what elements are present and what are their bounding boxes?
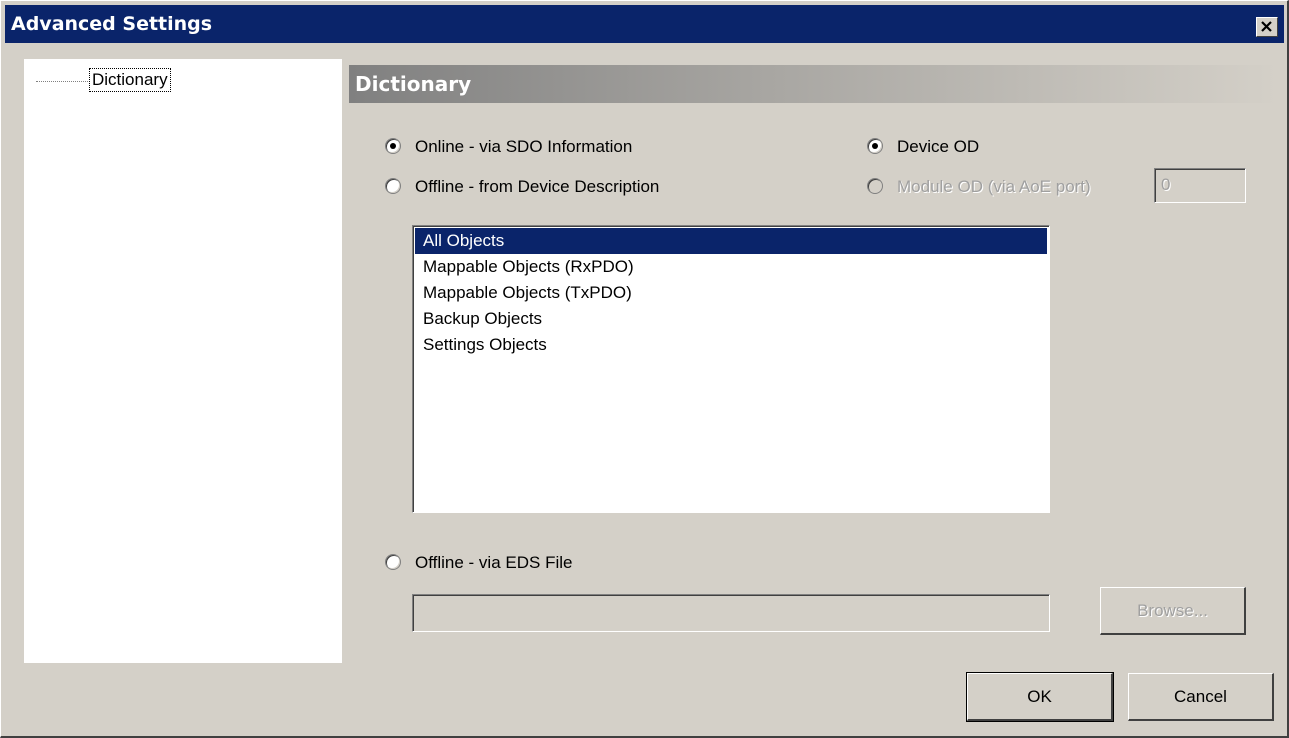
module-od-radio[interactable] bbox=[867, 178, 883, 194]
device-od-radio[interactable] bbox=[867, 138, 883, 154]
eds-file-path-input[interactable] bbox=[412, 594, 1050, 632]
device-od-label: Device OD bbox=[897, 137, 980, 156]
ok-button-label: OK bbox=[1027, 687, 1052, 706]
tree-connector-line bbox=[36, 81, 88, 82]
list-item-settings-objects[interactable]: Settings Objects bbox=[415, 332, 1047, 358]
browse-button[interactable]: Browse... bbox=[1100, 587, 1246, 635]
offline-device-desc-label: Offline - from Device Description bbox=[415, 177, 660, 196]
list-item-backup-objects[interactable]: Backup Objects bbox=[415, 306, 1047, 332]
offline-eds-radio[interactable] bbox=[385, 554, 401, 570]
title-bar: Advanced Settings bbox=[5, 5, 1284, 43]
tree-item-dictionary[interactable]: Dictionary bbox=[89, 68, 171, 92]
object-list[interactable]: All Objects Mappable Objects (RxPDO) Map… bbox=[412, 225, 1050, 513]
module-port-input[interactable]: 0 bbox=[1154, 168, 1246, 203]
cancel-button[interactable]: Cancel bbox=[1128, 673, 1274, 721]
browse-button-label: Browse... bbox=[1137, 601, 1208, 620]
list-item-all-objects[interactable]: All Objects bbox=[415, 228, 1047, 254]
list-item-mappable-txpdo[interactable]: Mappable Objects (TxPDO) bbox=[415, 280, 1047, 306]
list-item-mappable-rxpdo[interactable]: Mappable Objects (RxPDO) bbox=[415, 254, 1047, 280]
close-x-icon bbox=[1261, 21, 1272, 32]
settings-tree: Dictionary bbox=[24, 59, 342, 663]
offline-device-desc-radio[interactable] bbox=[385, 178, 401, 194]
offline-eds-label: Offline - via EDS File bbox=[415, 553, 573, 572]
cancel-button-label: Cancel bbox=[1174, 687, 1227, 706]
online-sdo-radio[interactable] bbox=[385, 138, 401, 154]
module-port-value: 0 bbox=[1161, 175, 1171, 194]
ok-button[interactable]: OK bbox=[966, 672, 1114, 722]
advanced-settings-dialog: Advanced Settings Dictionary Dictionary … bbox=[0, 0, 1289, 738]
dialog-title: Advanced Settings bbox=[11, 13, 213, 35]
panel-header: Dictionary bbox=[349, 65, 1279, 103]
panel-title: Dictionary bbox=[355, 72, 472, 96]
online-sdo-label: Online - via SDO Information bbox=[415, 137, 633, 156]
close-button[interactable] bbox=[1256, 17, 1278, 37]
module-od-label: Module OD (via AoE port) bbox=[897, 177, 1091, 196]
